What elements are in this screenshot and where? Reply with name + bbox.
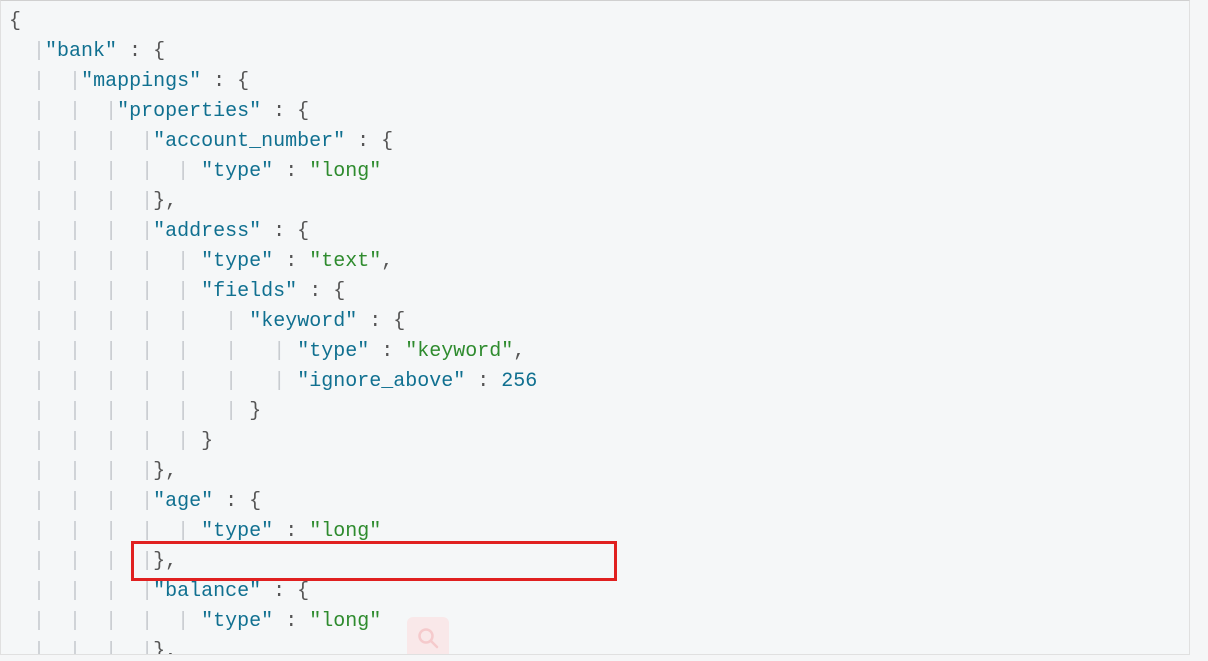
key-fields: "fields"	[201, 280, 297, 303]
value-long: "long"	[309, 160, 381, 183]
value-keyword: "keyword"	[405, 340, 513, 363]
key-mappings: "mappings"	[81, 70, 201, 93]
key-type: "type"	[201, 250, 273, 273]
key-type: "type"	[201, 160, 273, 183]
json-code-block: { |"bank" : { | |"mappings" : { | | |"pr…	[9, 7, 1181, 655]
key-type: "type"	[201, 520, 273, 543]
key-age: "age"	[153, 490, 213, 513]
value-long: "long"	[309, 520, 381, 543]
search-icon	[407, 617, 449, 655]
key-ignore-above: "ignore_above"	[297, 370, 465, 393]
value-text: "text"	[309, 250, 381, 273]
value-256: 256	[501, 370, 537, 393]
value-long: "long"	[309, 610, 381, 633]
key-type: "type"	[201, 610, 273, 633]
key-keyword: "keyword"	[249, 310, 357, 333]
json-code-panel: { |"bank" : { | |"mappings" : { | | |"pr…	[0, 0, 1190, 655]
brace: {	[9, 10, 21, 33]
key-bank: "bank"	[45, 40, 117, 63]
key-type: "type"	[297, 340, 369, 363]
key-account-number: "account_number"	[153, 130, 345, 153]
key-address: "address"	[153, 220, 261, 243]
key-balance: "balance"	[153, 580, 261, 603]
key-properties: "properties"	[117, 100, 261, 123]
